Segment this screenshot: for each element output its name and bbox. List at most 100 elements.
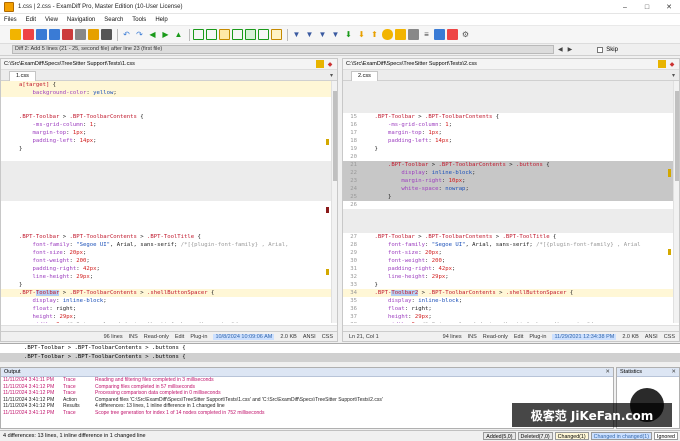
lines-icon[interactable]: ≡ <box>421 29 432 40</box>
left-browse-icon[interactable] <box>316 60 324 68</box>
view-single-icon[interactable] <box>193 29 204 40</box>
code-line: 18 padding-left: 14px; <box>350 138 452 144</box>
next-diff-arrow-icon[interactable]: ▶ <box>568 46 573 53</box>
code-line <box>1 161 337 169</box>
next-diff-icon[interactable]: ⬇ <box>356 29 367 40</box>
right-readonly[interactable]: Read-only <box>483 334 508 340</box>
right-cursor-position: Ln 21, Col 1 <box>349 333 379 340</box>
gear-icon[interactable]: ⚙ <box>460 29 471 40</box>
view-columns-icon[interactable] <box>258 29 269 40</box>
menu-view[interactable]: View <box>45 17 58 23</box>
code-line: 22 display: inline-block; <box>343 169 679 177</box>
prev-diff-arrow-icon[interactable]: ◀ <box>558 46 563 53</box>
arrow-left-icon[interactable]: ◀ <box>147 29 158 40</box>
code-line: 38 width: 0; /* 0 is replaced during 'ho… <box>343 321 679 323</box>
menu-help[interactable]: Help <box>155 17 167 23</box>
circle-icon[interactable] <box>382 29 393 40</box>
code-line <box>343 105 679 113</box>
right-code-view[interactable]: 15 .BPT-Toolbar > .BPT-ToolbarContents {… <box>343 81 679 323</box>
menu-edit[interactable]: Edit <box>26 17 36 23</box>
arrow-right-icon[interactable]: ▶ <box>160 29 171 40</box>
text-icon[interactable] <box>408 29 419 40</box>
menu-navigation[interactable]: Navigation <box>67 17 95 23</box>
code-line <box>343 217 679 225</box>
right-browse-icon[interactable] <box>658 60 666 68</box>
legend: Added(5,0) Deleted(7,0) Changed(1) Chang… <box>481 432 678 440</box>
code-line: padding-right: 42px; <box>32 266 100 272</box>
statistics-close-icon[interactable]: ✕ <box>671 368 676 377</box>
highlight-icon[interactable] <box>271 29 282 40</box>
right-history-icon[interactable]: ◆ <box>668 60 676 68</box>
redo-icon[interactable]: ↷ <box>134 29 145 40</box>
down-green-icon[interactable]: ⬇ <box>343 29 354 40</box>
print-icon[interactable] <box>75 29 86 40</box>
right-plugin[interactable]: Plug-in <box>529 334 546 340</box>
legend-added: Added(5,0) <box>483 432 516 440</box>
plugin-icon[interactable] <box>447 29 458 40</box>
diff-marker <box>668 169 671 177</box>
save-icon[interactable] <box>36 29 47 40</box>
left-edit[interactable]: Edit <box>175 334 184 340</box>
prev-diff-icon[interactable]: ⬆ <box>369 29 380 40</box>
filter-deleted-icon[interactable]: ▼ <box>317 29 328 40</box>
code-line: 20 <box>350 154 357 160</box>
left-encoding: ANSI <box>302 333 316 340</box>
left-ins-mode: INS <box>128 333 138 340</box>
filter-changed-icon[interactable]: ▼ <box>330 29 341 40</box>
skip-label: Skip <box>606 46 618 53</box>
left-file-path[interactable]: C:\Src\ExamDiff\Specs\TreeSitter Support… <box>4 61 135 67</box>
filter-added-icon[interactable]: ▼ <box>304 29 315 40</box>
code-line: font-family: "Segoe UI", Arial, sans-ser… <box>32 242 289 248</box>
report-icon[interactable] <box>62 29 73 40</box>
view-check-icon[interactable] <box>245 29 256 40</box>
options-icon[interactable] <box>434 29 445 40</box>
output-close-icon[interactable]: ✕ <box>605 368 610 377</box>
filter-icon[interactable]: ▼ <box>291 29 302 40</box>
left-file-tab[interactable]: 1.css <box>9 71 36 81</box>
menu-tools[interactable]: Tools <box>132 17 146 23</box>
right-close-icon[interactable]: ▾ <box>672 72 675 79</box>
code-line: 16 -ms-grid-column: 1; <box>350 122 452 128</box>
undo-icon[interactable]: ↶ <box>121 29 132 40</box>
code-line <box>343 97 679 105</box>
view-lines-icon[interactable] <box>232 29 243 40</box>
left-plugin[interactable]: Plug-in <box>190 334 207 340</box>
view-sync-icon[interactable] <box>219 29 230 40</box>
minimize-button[interactable]: – <box>614 0 636 14</box>
right-file-tab[interactable]: 2.css <box>351 71 378 81</box>
line-compare-row-2: .BPT-Toolbar > .BPT-ToolbarContents > .b… <box>0 353 680 362</box>
right-edit[interactable]: Edit <box>514 334 523 340</box>
view-split-icon[interactable] <box>206 29 217 40</box>
code-line: height: 29px; <box>32 314 77 320</box>
edit-icon[interactable] <box>88 29 99 40</box>
left-history-icon[interactable]: ◆ <box>326 60 334 68</box>
diff-summary: 4 differences: 13 lines, 1 inline differ… <box>3 432 146 439</box>
left-vertical-scrollbar[interactable] <box>331 81 337 323</box>
right-file-path[interactable]: C:\Src\ExamDiff\Specs\TreeSitter Support… <box>346 61 477 67</box>
first-diff-icon[interactable] <box>395 29 406 40</box>
separator <box>287 28 288 41</box>
arrow-up-icon[interactable]: ▲ <box>173 29 184 40</box>
code-line: 24 white-space: nowrap; <box>343 185 679 193</box>
right-vertical-scrollbar[interactable] <box>673 81 679 323</box>
save-as-icon[interactable] <box>49 29 60 40</box>
legend-changed-in-changed: Changed in changed(1) <box>590 432 653 440</box>
left-code-view[interactable]: a[target] { background-color: yellow; .B… <box>1 81 337 323</box>
menu-search[interactable]: Search <box>104 17 123 23</box>
menu-files[interactable]: Files <box>4 17 17 23</box>
maximize-button[interactable]: □ <box>636 0 658 14</box>
compare-icon[interactable] <box>23 29 34 40</box>
code-line: background-color: yellow; <box>1 89 337 97</box>
skip-checkbox[interactable] <box>597 46 604 53</box>
code-line: 33 } <box>350 282 378 288</box>
diff-marker <box>326 139 329 145</box>
open-folder-icon[interactable] <box>10 29 21 40</box>
code-line: .BPT-Toolbar > .BPT-ToolbarContents { <box>19 114 144 120</box>
left-readonly[interactable]: Read-only <box>144 334 169 340</box>
right-ins-mode: INS <box>467 333 477 340</box>
code-line: 31 padding-right: 42px; <box>350 266 456 272</box>
code-line <box>343 89 679 97</box>
close-button[interactable]: ✕ <box>658 0 680 14</box>
left-close-icon[interactable]: ▾ <box>330 72 333 79</box>
copy-icon[interactable] <box>101 29 112 40</box>
